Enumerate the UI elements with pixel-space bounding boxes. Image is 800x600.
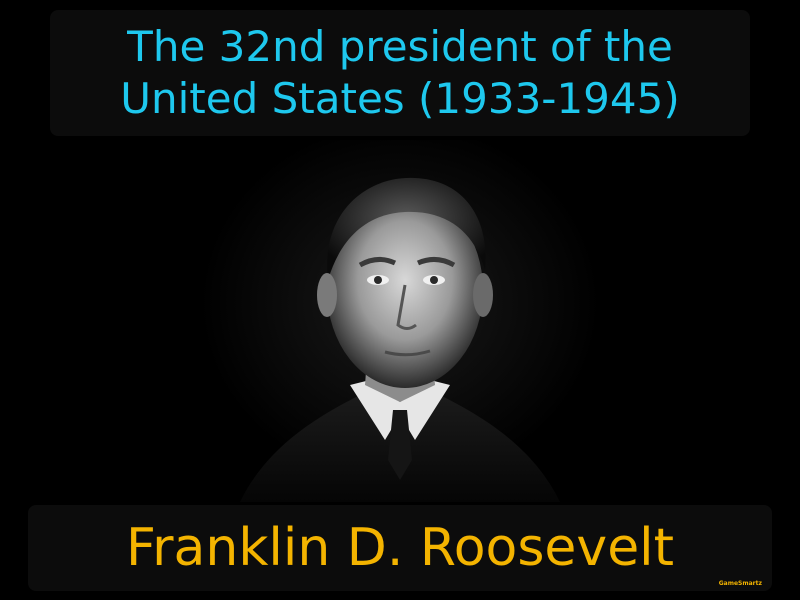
flashcard: The 32nd president of the United States … [0, 0, 800, 600]
definition-line-2: United States (1933-1945) [120, 74, 680, 123]
definition-box: The 32nd president of the United States … [50, 10, 750, 136]
term-box: Franklin D. Roosevelt [28, 505, 772, 591]
term-title: Franklin D. Roosevelt [125, 518, 675, 578]
definition-text: The 32nd president of the United States … [120, 21, 679, 125]
definition-line-1: The 32nd president of the [127, 22, 673, 71]
portrait-photo [200, 140, 600, 502]
brand-watermark: GameSmartz [718, 580, 762, 587]
